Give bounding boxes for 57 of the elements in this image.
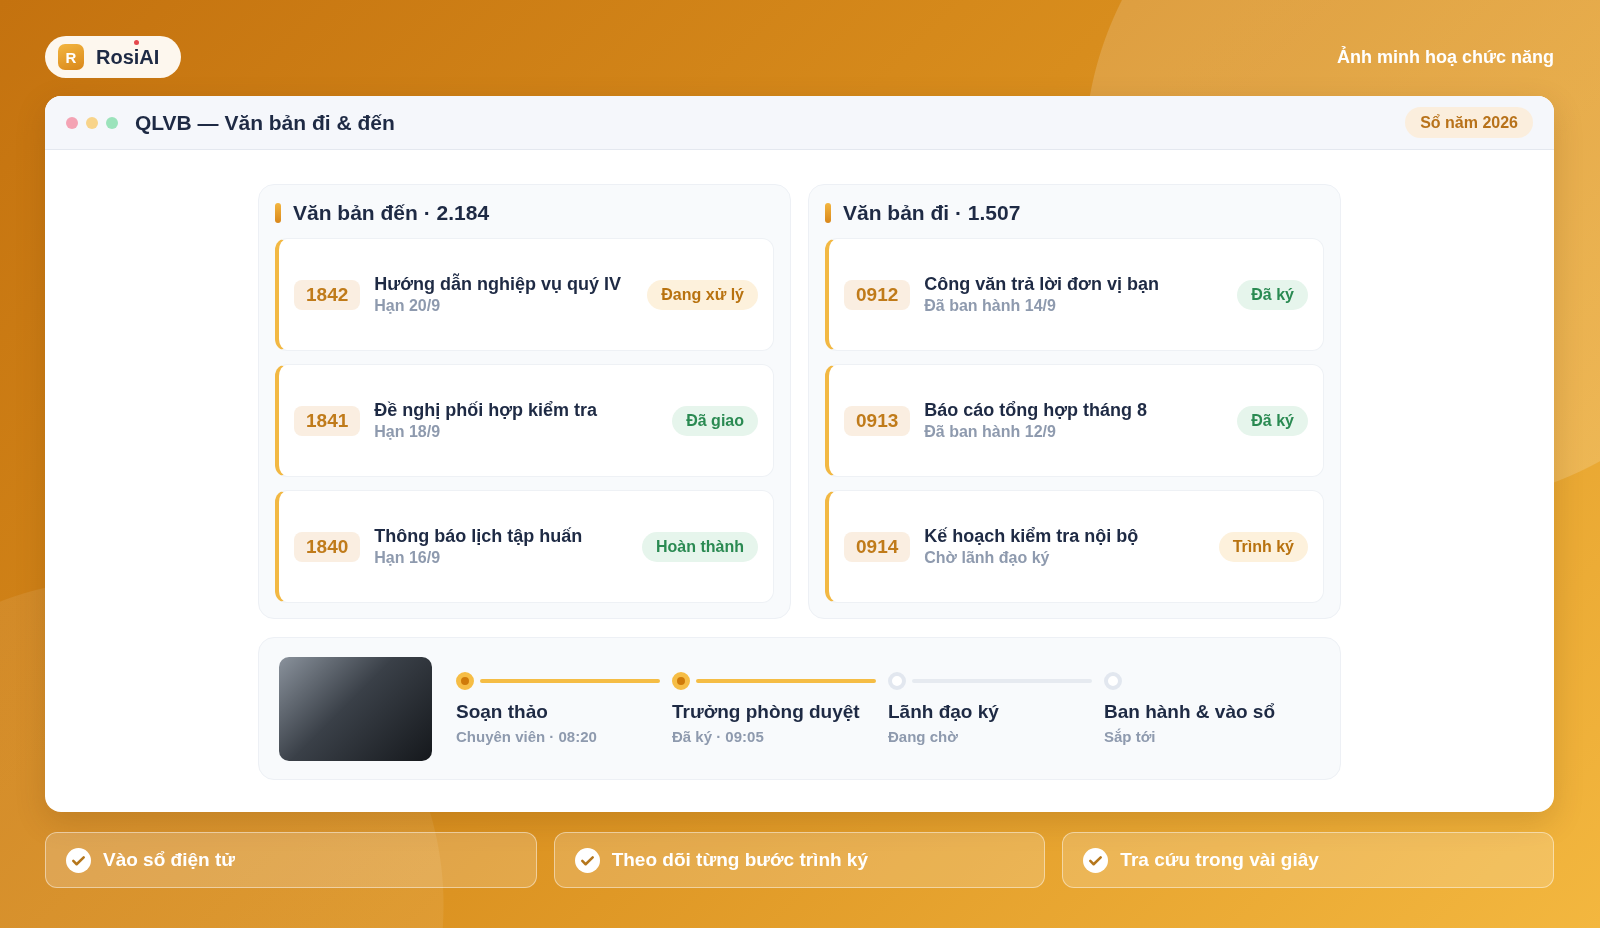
document-subtitle: Hạn 20/9 xyxy=(374,296,442,316)
step-detail: Chuyên viên · 08:20 xyxy=(456,728,597,745)
step-detail: Sắp tới xyxy=(1104,728,1156,745)
feature-text: Tra cứu trong vài giây xyxy=(1120,849,1319,871)
step-detail: Đã ký · 09:05 xyxy=(672,728,764,745)
document-number: 0912 xyxy=(844,279,911,310)
document-subtitle: Đã ban hành 12/9 xyxy=(924,422,1057,442)
window-dot-icon xyxy=(86,116,98,129)
document-title: Kế hoạch kiểm tra nội bộ xyxy=(924,525,1140,547)
window-dot-icon xyxy=(106,116,118,129)
status-badge: Trình ký xyxy=(1218,531,1308,562)
status-badge: Hoàn thành xyxy=(642,531,758,562)
document-number: 1842 xyxy=(294,279,361,310)
document-card[interactable]: 1840 Thông báo lịch tập huấn Hạn 16/9 Hoàn thành xyxy=(275,490,774,603)
document-number: 0914 xyxy=(844,531,911,562)
check-icon xyxy=(1083,847,1109,873)
document-number: 1840 xyxy=(294,531,361,562)
document-card[interactable]: 1842 Hướng dẫn nghiệp vụ quý IV Hạn 20/9 Đang xử lý xyxy=(275,238,774,351)
document-title: Đề nghị phối hợp kiểm tra xyxy=(374,399,599,421)
status-badge: Đã ký xyxy=(1237,279,1308,310)
step-label: Lãnh đạo ký xyxy=(888,701,999,723)
logo-mark: R xyxy=(58,44,84,70)
window-title: QLVB — Văn bản đi & đến xyxy=(135,110,395,135)
panel-title: Văn bản đến · 2.184 xyxy=(293,201,490,225)
document-card[interactable]: 0913 Báo cáo tổng hợp tháng 8 Đã ban hành 12/9 Đã ký xyxy=(825,364,1324,477)
document-card[interactable]: 0914 Kế hoạch kiểm tra nội bộ Chờ lãnh đạo ký Trình ký xyxy=(825,490,1324,603)
check-icon xyxy=(574,847,600,873)
status-badge: Đang xử lý xyxy=(647,279,758,310)
document-title: Công văn trả lời đơn vị bạn xyxy=(924,273,1160,295)
document-title: Hướng dẫn nghiệp vụ quý IV xyxy=(374,273,623,295)
logo-text: RosiAI xyxy=(96,47,160,67)
window-dot-icon xyxy=(66,116,78,129)
document-subtitle: Chờ lãnh đạo ký xyxy=(924,548,1051,568)
document-number: 1841 xyxy=(294,405,361,436)
document-number: 0913 xyxy=(844,405,911,436)
title-marker-icon xyxy=(275,203,281,223)
year-badge: Sổ năm 2026 xyxy=(1405,107,1533,138)
document-card[interactable]: 1841 Đề nghị phối hợp kiểm tra Hạn 18/9 Đã giao xyxy=(275,364,774,477)
document-subtitle: Hạn 16/9 xyxy=(374,548,442,568)
title-marker-icon xyxy=(825,203,831,223)
document-title: Báo cáo tổng hợp tháng 8 xyxy=(924,399,1149,421)
panel-title: Văn bản đi · 1.507 xyxy=(843,201,1021,225)
step-label: Ban hành & vào sổ xyxy=(1104,701,1276,723)
caption: Ảnh minh hoạ chức năng xyxy=(1336,46,1554,68)
document-subtitle: Đã ban hành 14/9 xyxy=(924,296,1057,316)
document-subtitle: Hạn 18/9 xyxy=(374,422,442,442)
step-label: Soạn thảo xyxy=(456,701,548,723)
status-badge: Đã ký xyxy=(1237,405,1308,436)
feature-text: Vào sổ điện tử xyxy=(103,849,235,871)
feature-text: Theo dõi từng bước trình ký xyxy=(611,849,868,871)
document-card[interactable]: 0912 Công văn trả lời đơn vị bạn Đã ban hành 14/9 Đã ký xyxy=(825,238,1324,351)
accent-dot-icon xyxy=(134,40,139,45)
status-badge: Đã giao xyxy=(672,405,758,436)
document-title: Thông báo lịch tập huấn xyxy=(374,525,584,547)
step-label: Trưởng phòng duyệt xyxy=(672,701,860,723)
check-icon xyxy=(66,847,91,873)
step-detail: Đang chờ xyxy=(888,728,958,745)
